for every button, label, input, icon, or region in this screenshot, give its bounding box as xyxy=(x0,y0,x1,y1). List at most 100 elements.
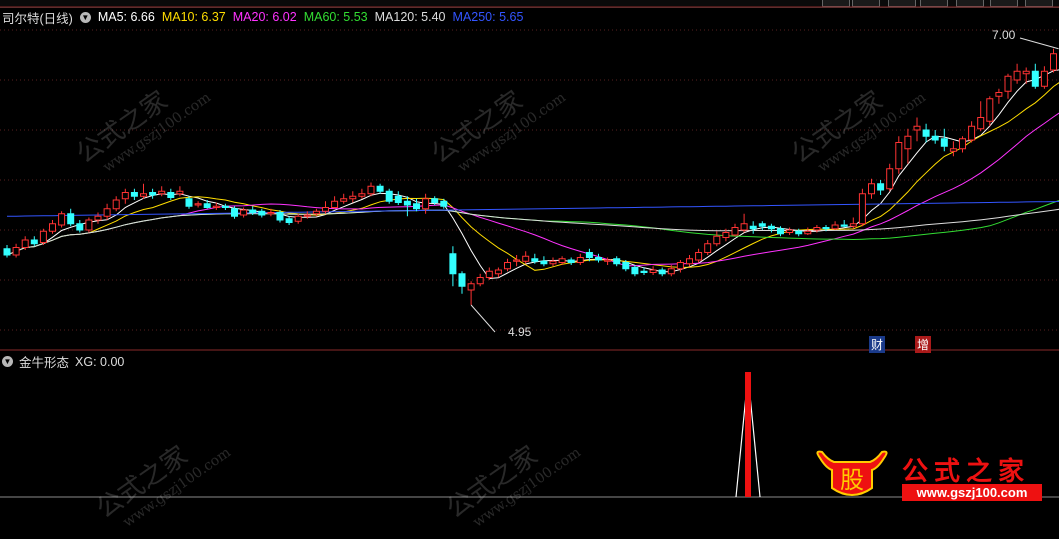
candle xyxy=(49,223,56,232)
candle xyxy=(158,190,166,195)
candle xyxy=(995,92,1003,97)
candle xyxy=(868,183,875,195)
candle xyxy=(922,129,930,137)
candle xyxy=(303,214,311,217)
indicator-menu-icon[interactable]: ▼ xyxy=(2,356,13,367)
indicator-value: XG: 0.00 xyxy=(75,354,125,369)
candle xyxy=(39,230,47,243)
candle xyxy=(413,203,420,210)
ma120-label: MA120: 5.40 xyxy=(374,10,446,24)
candle xyxy=(849,223,857,227)
candle xyxy=(585,252,593,258)
candle xyxy=(904,135,912,150)
candle xyxy=(249,209,257,213)
candle xyxy=(767,225,775,230)
candle xyxy=(940,138,948,147)
candle xyxy=(622,262,630,270)
candle xyxy=(804,230,812,235)
candle xyxy=(1040,70,1048,87)
candle xyxy=(986,98,994,122)
candle xyxy=(686,258,693,265)
logo-url[interactable]: www.gszj100.com xyxy=(902,484,1042,501)
candle xyxy=(704,243,712,253)
bull-logo-icon: 股 xyxy=(816,450,888,496)
candle xyxy=(58,213,66,226)
candle xyxy=(294,215,302,222)
candle xyxy=(667,268,675,275)
candle xyxy=(94,215,102,221)
candle xyxy=(322,207,329,212)
candle xyxy=(394,195,402,203)
candle xyxy=(231,208,238,217)
candle xyxy=(440,200,448,207)
candle xyxy=(285,218,293,223)
candle xyxy=(840,224,848,227)
candle xyxy=(722,232,730,238)
candle xyxy=(558,258,566,263)
candle xyxy=(167,192,175,198)
candle xyxy=(1050,53,1057,71)
candle xyxy=(1022,70,1030,75)
low-price-label: 4.95 xyxy=(508,325,532,339)
site-logo: 股 公式之家 www.gszj100.com xyxy=(812,448,1044,504)
candle xyxy=(949,148,957,152)
increase-badge[interactable]: 增 xyxy=(915,336,932,353)
svg-text:股: 股 xyxy=(840,466,864,494)
candle xyxy=(886,168,894,190)
candle xyxy=(221,205,229,208)
candle xyxy=(458,273,466,287)
candle xyxy=(340,198,348,202)
finance-badge[interactable]: 财 xyxy=(869,336,886,353)
candle xyxy=(258,210,266,216)
candle xyxy=(531,258,539,262)
candle xyxy=(567,259,575,263)
candle xyxy=(649,269,657,273)
candle xyxy=(968,125,976,141)
candle xyxy=(1004,75,1012,92)
candle xyxy=(112,199,120,210)
candle xyxy=(640,270,648,273)
candle xyxy=(385,190,393,202)
candle xyxy=(676,262,684,270)
candle xyxy=(76,223,84,231)
settings-icon[interactable]: ▼ xyxy=(79,11,91,23)
candle xyxy=(959,138,966,150)
candle xyxy=(740,223,748,231)
candle xyxy=(822,227,830,230)
candle xyxy=(476,277,484,285)
candle xyxy=(185,198,193,207)
candle xyxy=(540,260,548,265)
candle xyxy=(67,213,75,225)
candle xyxy=(731,227,739,236)
candle xyxy=(658,269,666,275)
candle xyxy=(194,203,202,206)
candle xyxy=(103,208,111,217)
candle xyxy=(931,135,939,141)
candle xyxy=(422,198,430,210)
candle xyxy=(613,258,621,265)
candle xyxy=(858,193,866,225)
candle xyxy=(595,257,602,261)
candle xyxy=(494,269,502,275)
candle xyxy=(12,247,20,256)
candle xyxy=(349,195,357,200)
candle xyxy=(276,212,284,221)
candle xyxy=(576,257,584,263)
candle xyxy=(777,228,784,235)
candle xyxy=(21,239,29,248)
candle xyxy=(267,212,275,215)
candle xyxy=(913,125,921,131)
candle xyxy=(513,259,521,262)
candle xyxy=(795,230,803,235)
candle xyxy=(549,260,557,265)
candle xyxy=(467,283,475,291)
candle xyxy=(130,192,138,197)
candle xyxy=(312,210,320,215)
candle xyxy=(149,192,157,196)
ma20-label: MA20: 6.02 xyxy=(232,10,297,24)
high-annotation-line xyxy=(1019,37,1059,50)
candle xyxy=(376,185,384,192)
indicator-name: 金牛形态 xyxy=(19,356,70,370)
ma5-label: MA5: 6.66 xyxy=(97,10,155,24)
signal-bar xyxy=(745,372,751,497)
